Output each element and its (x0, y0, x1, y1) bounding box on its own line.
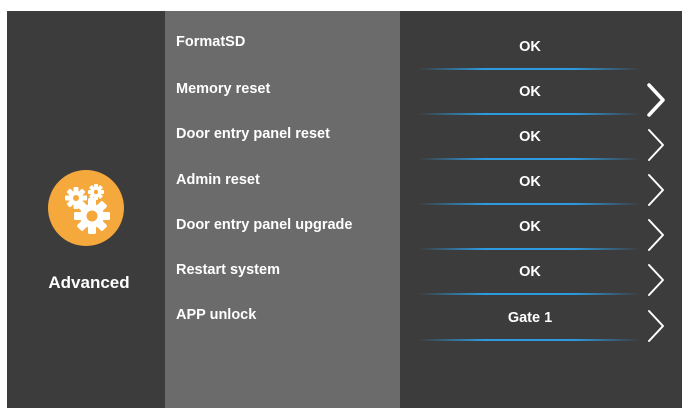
setting-row-app-unlock[interactable]: Gate 1 (400, 296, 682, 343)
chevron-right-icon[interactable] (646, 218, 666, 252)
setting-row-door-entry-panel-reset[interactable]: OK (400, 115, 682, 162)
settings-values-panel: OK OK OK OK OK OK Gate 1 (400, 11, 682, 408)
setting-label-admin-reset[interactable]: Admin reset (176, 172, 260, 188)
setting-row-formatsd[interactable]: OK (400, 25, 682, 70)
setting-label-door-entry-panel-reset[interactable]: Door entry panel reset (176, 126, 330, 142)
setting-row-restart-system[interactable]: OK (400, 250, 682, 297)
chevron-right-icon[interactable] (646, 83, 666, 117)
setting-label-app-unlock[interactable]: APP unlock (176, 307, 256, 323)
setting-row-memory-reset[interactable]: OK (400, 70, 682, 117)
app-unlock-gate-select[interactable]: Gate 1 (420, 310, 640, 326)
door-entry-panel-upgrade-ok-button[interactable]: OK (420, 219, 640, 235)
chevron-right-icon[interactable] (646, 128, 666, 162)
setting-row-admin-reset[interactable]: OK (400, 160, 682, 207)
chevron-right-icon[interactable] (646, 263, 666, 297)
setting-label-restart-system[interactable]: Restart system (176, 262, 280, 278)
setting-label-formatsd[interactable]: FormatSD (176, 34, 245, 50)
category-panel: Advanced (7, 11, 165, 408)
gears-icon[interactable] (48, 170, 124, 246)
memory-reset-ok-button[interactable]: OK (420, 84, 640, 100)
settings-screen: Advanced FormatSD Memory reset Door entr… (7, 11, 682, 408)
restart-system-ok-button[interactable]: OK (420, 264, 640, 280)
setting-label-memory-reset[interactable]: Memory reset (176, 81, 270, 97)
chevron-right-icon[interactable] (646, 309, 666, 343)
door-entry-panel-reset-ok-button[interactable]: OK (420, 129, 640, 145)
category-label: Advanced (48, 273, 130, 292)
setting-row-door-entry-panel-upgrade[interactable]: OK (400, 205, 682, 252)
chevron-right-icon[interactable] (646, 173, 666, 207)
setting-label-door-entry-panel-upgrade[interactable]: Door entry panel upgrade (176, 217, 352, 233)
settings-labels-panel: FormatSD Memory reset Door entry panel r… (165, 11, 400, 408)
row-underline (418, 339, 640, 341)
row-underline (418, 293, 640, 295)
admin-reset-ok-button[interactable]: OK (420, 174, 640, 190)
formatsd-ok-button[interactable]: OK (420, 39, 640, 55)
